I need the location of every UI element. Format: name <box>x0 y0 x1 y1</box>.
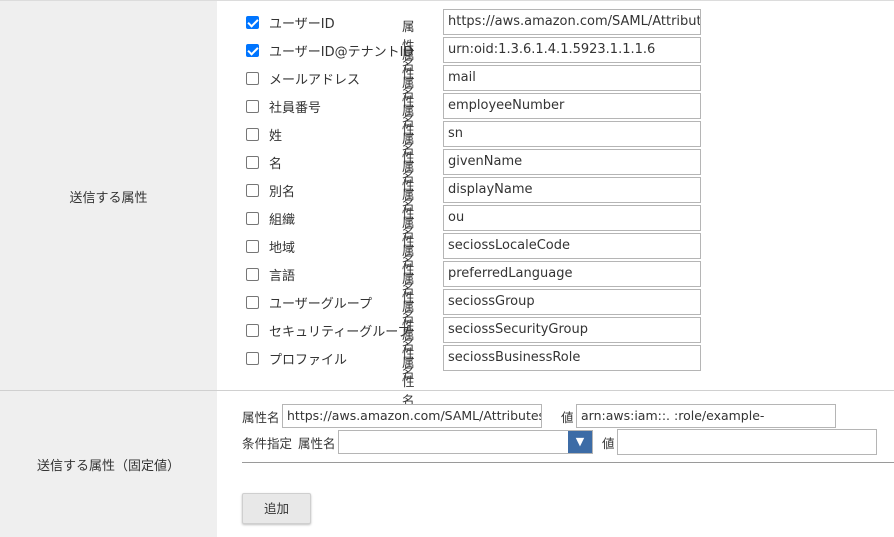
attribute-prop-input[interactable]: sn <box>443 121 701 147</box>
attribute-name: ユーザーグループ <box>269 297 372 312</box>
attribute-checkbox[interactable] <box>246 240 259 253</box>
condition-underline <box>242 462 894 463</box>
add-button[interactable]: 追加 <box>242 493 311 524</box>
attribute-checkbox[interactable] <box>246 212 259 225</box>
attribute-prop-input[interactable]: seciossBusinessRole <box>443 345 701 371</box>
condition-value-input[interactable] <box>617 429 877 455</box>
attribute-prop-input[interactable]: mail <box>443 65 701 91</box>
attribute-prop-input[interactable]: preferredLanguage <box>443 261 701 287</box>
attribute-checkbox[interactable] <box>246 44 259 57</box>
fixed-attr-name-label: 属性名 <box>242 410 280 425</box>
attribute-name: 社員番号 <box>269 101 322 116</box>
attribute-name: 組織 <box>269 213 296 228</box>
attribute-name: セキュリティーグループ <box>269 325 411 340</box>
section-label-fixed-attributes: 送信する属性（固定値） <box>36 459 180 474</box>
attribute-checkbox[interactable] <box>246 184 259 197</box>
attribute-checkbox[interactable] <box>246 72 259 85</box>
attribute-prop-input[interactable]: employeeNumber <box>443 93 701 119</box>
condition-attr-label: 属性名 <box>298 436 336 451</box>
section-divider <box>0 390 894 391</box>
fixed-attr-name-input[interactable]: https://aws.amazon.com/SAML/Attributes/I <box>282 404 542 428</box>
attribute-prop-input[interactable]: givenName <box>443 149 701 175</box>
attribute-checkbox[interactable] <box>246 156 259 169</box>
attribute-checkbox[interactable] <box>246 128 259 141</box>
attribute-name: 言語 <box>269 269 296 284</box>
attribute-checkbox[interactable] <box>246 16 259 29</box>
attribute-checkbox[interactable] <box>246 100 259 113</box>
attribute-name: プロファイル <box>269 353 348 368</box>
section-label-send-attributes: 送信する属性 <box>69 191 148 206</box>
condition-value-label: 値 <box>602 436 615 451</box>
attribute-name: 姓 <box>269 129 283 144</box>
attribute-checkbox[interactable] <box>246 268 259 281</box>
attribute-checkbox[interactable] <box>246 352 259 365</box>
chevron-down-icon[interactable]: ▼ <box>568 431 592 453</box>
attribute-checkbox[interactable] <box>246 324 259 337</box>
attribute-prop-input[interactable]: seciossGroup <box>443 289 701 315</box>
condition-attr-select[interactable]: ▼ <box>338 430 593 454</box>
attribute-prop-input[interactable]: https://aws.amazon.com/SAML/Attributes/I <box>443 9 701 35</box>
condition-label: 条件指定 <box>242 436 293 451</box>
attribute-name: 名 <box>269 157 283 172</box>
attribute-name: ユーザーID@テナントID <box>269 45 414 60</box>
attribute-name: 別名 <box>269 185 296 200</box>
fixed-value-input[interactable]: arn:aws:iam::. :role/example- <box>576 404 836 428</box>
attribute-prop-input[interactable]: seciossSecurityGroup <box>443 317 701 343</box>
attribute-checkbox[interactable] <box>246 296 259 309</box>
attribute-name: メールアドレス <box>269 73 361 88</box>
attribute-prop-input[interactable]: displayName <box>443 177 701 203</box>
attribute-name: 地域 <box>269 241 296 256</box>
attribute-prop-input[interactable]: seciossLocaleCode <box>443 233 701 259</box>
attribute-name: ユーザーID <box>269 17 335 32</box>
attribute-prop-input[interactable]: urn:oid:1.3.6.1.4.1.5923.1.1.1.6 <box>443 37 701 63</box>
attribute-prop-label: 属性名 <box>402 355 415 408</box>
fixed-value-label: 値 <box>561 410 574 425</box>
attribute-prop-input[interactable]: ou <box>443 205 701 231</box>
